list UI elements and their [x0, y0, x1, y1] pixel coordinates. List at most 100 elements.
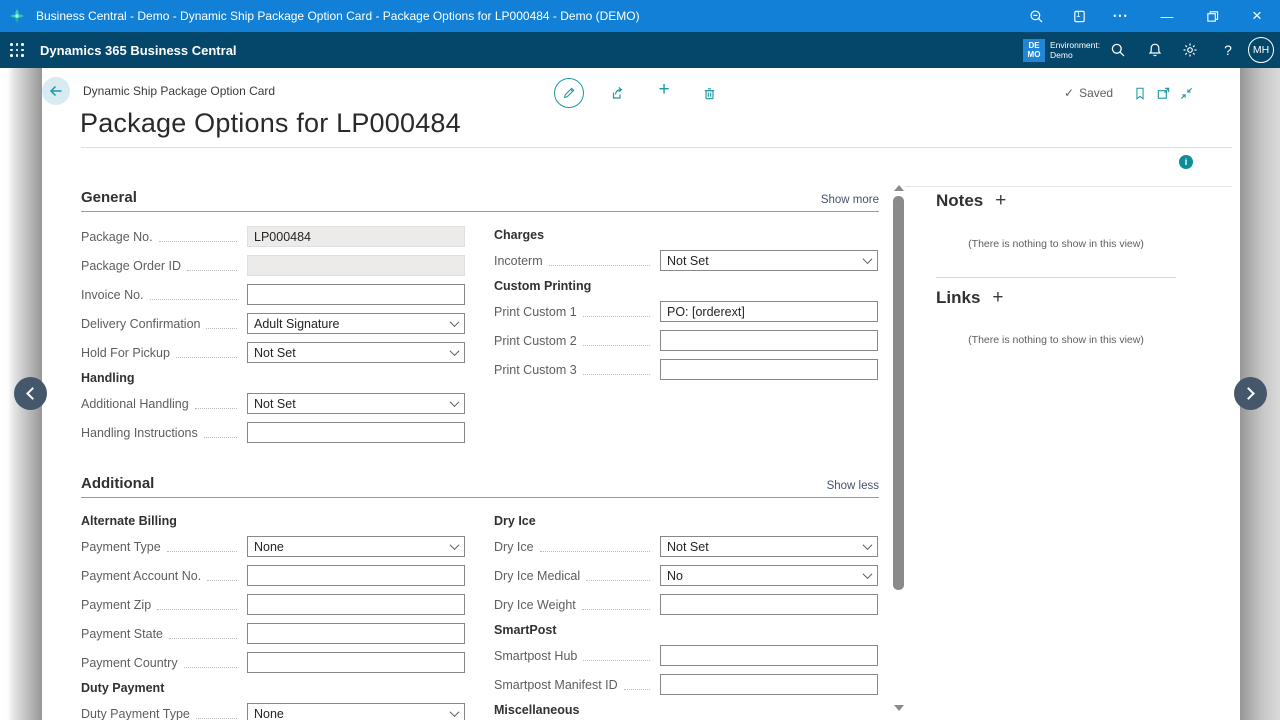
payment-account-no-input[interactable] — [247, 565, 465, 586]
smartpost-manifest-id-label: Smartpost Manifest ID — [494, 678, 618, 692]
info-icon[interactable]: i — [1179, 155, 1193, 169]
group-header-alternate-billing: Alternate Billing — [81, 514, 465, 530]
group-header-custom-printing: Custom Printing — [494, 279, 878, 295]
user-avatar[interactable]: MH — [1248, 37, 1274, 63]
hold-for-pickup-select[interactable]: Not Set — [247, 342, 465, 363]
app-launcher-icon[interactable] — [10, 43, 24, 57]
additional-title[interactable]: Additional — [81, 475, 154, 492]
bookmark-icon[interactable] — [1132, 85, 1148, 101]
field-row: Print Custom 2 — [494, 330, 878, 351]
more-options-icon[interactable]: ••• — [1103, 0, 1139, 32]
next-record-button[interactable] — [1234, 377, 1267, 410]
dotted-leader — [169, 628, 237, 639]
chevron-left-icon — [26, 387, 39, 400]
print-custom-3-input[interactable] — [660, 359, 878, 380]
select-value: None — [254, 707, 284, 720]
field-row: Delivery Confirmation Adult Signature — [81, 313, 465, 334]
field-row: Hold For Pickup Not Set — [81, 342, 465, 363]
payment-country-input[interactable] — [247, 652, 465, 673]
notifications-bell-icon[interactable] — [1147, 42, 1163, 58]
delete-button[interactable] — [701, 85, 717, 101]
scrollbar-up-arrow[interactable] — [894, 185, 904, 191]
dotted-leader — [583, 364, 650, 375]
breadcrumb: Dynamic Ship Package Option Card — [83, 84, 275, 98]
minimize-icon[interactable]: — — [1149, 0, 1185, 32]
additional-handling-label: Additional Handling — [81, 397, 189, 411]
saved-check-icon: ✓ — [1064, 86, 1074, 100]
dotted-leader — [187, 260, 237, 271]
brand-title[interactable]: Dynamics 365 Business Central — [40, 32, 237, 68]
scrollbar-thumb[interactable] — [893, 196, 904, 590]
payment-state-input[interactable] — [247, 623, 465, 644]
additional-show-less-link[interactable]: Show less — [827, 480, 879, 492]
handling-instructions-input[interactable] — [247, 422, 465, 443]
incoterm-select[interactable]: Not Set — [660, 250, 878, 271]
additional-handling-select[interactable]: Not Set — [247, 393, 465, 414]
close-icon[interactable]: × — [1239, 0, 1275, 32]
chevron-down-icon — [450, 317, 460, 327]
general-title[interactable]: General — [81, 189, 137, 206]
incoterm-label: Incoterm — [494, 254, 543, 268]
print-custom-2-input[interactable] — [660, 330, 878, 351]
environment-label: Environment: — [1050, 40, 1100, 50]
smartpost-hub-label: Smartpost Hub — [494, 649, 577, 663]
navbar: Dynamics 365 Business Central DE MO Envi… — [0, 32, 1280, 68]
tab-count-icon[interactable]: 1 — [1061, 0, 1097, 32]
dotted-leader — [586, 570, 650, 581]
select-value: None — [254, 540, 284, 554]
dotted-leader — [583, 650, 650, 661]
delivery-confirmation-select[interactable]: Adult Signature — [247, 313, 465, 334]
dry-ice-medical-select[interactable]: No — [660, 565, 878, 586]
print-custom-2-label: Print Custom 2 — [494, 334, 577, 348]
handling-instructions-label: Handling Instructions — [81, 426, 198, 440]
smartpost-manifest-id-input[interactable] — [660, 674, 878, 695]
tab-count-label: 1 — [1076, 10, 1080, 19]
chevron-down-icon — [863, 569, 873, 579]
general-right-column: Charges Incoterm Not Set Custom Printing… — [494, 226, 878, 388]
notes-title[interactable]: Notes — [936, 191, 983, 211]
smartpost-hub-input[interactable] — [660, 645, 878, 666]
notes-empty-text: (There is nothing to show in this view) — [936, 238, 1176, 250]
dry-ice-select[interactable]: Not Set — [660, 536, 878, 557]
payment-zip-input[interactable] — [247, 594, 465, 615]
edit-pencil-button[interactable] — [554, 78, 584, 108]
help-icon[interactable]: ? — [1220, 42, 1236, 58]
chevron-down-icon — [450, 707, 460, 717]
field-row: Payment Country — [81, 652, 465, 673]
chevron-right-icon — [1242, 387, 1255, 400]
scrollbar-down-arrow[interactable] — [894, 705, 904, 711]
collapse-focus-mode-icon[interactable] — [1178, 85, 1194, 101]
dry-ice-weight-input[interactable] — [660, 594, 878, 615]
dotted-leader — [624, 679, 650, 690]
additional-header: Additional Show less — [81, 475, 879, 498]
restore-window-icon[interactable] — [1194, 0, 1230, 32]
page-title: Package Options for LP000484 — [80, 108, 461, 139]
links-empty-text: (There is nothing to show in this view) — [936, 334, 1176, 346]
search-icon[interactable] — [1110, 42, 1126, 58]
previous-record-button[interactable] — [14, 377, 47, 410]
settings-gear-icon[interactable] — [1182, 42, 1198, 58]
group-header-miscellaneous: Miscellaneous — [494, 703, 878, 719]
add-link-button[interactable]: + — [992, 287, 1003, 309]
duty-payment-type-select[interactable]: None — [247, 703, 465, 720]
general-show-more-link[interactable]: Show more — [821, 194, 879, 206]
payment-type-label: Payment Type — [81, 540, 161, 554]
open-in-new-window-icon[interactable] — [1155, 85, 1171, 101]
print-custom-1-input[interactable]: PO: [orderext] — [660, 301, 878, 322]
zoom-out-icon[interactable] — [1018, 0, 1054, 32]
saved-label: Saved — [1079, 86, 1113, 100]
select-value: Not Set — [254, 346, 296, 360]
add-note-button[interactable]: + — [995, 190, 1006, 212]
share-button[interactable] — [608, 85, 624, 101]
field-row: Print Custom 1 PO: [orderext] — [494, 301, 878, 322]
environment-badge-line1: DE — [1023, 41, 1045, 50]
print-custom-3-label: Print Custom 3 — [494, 363, 577, 377]
payment-type-select[interactable]: None — [247, 536, 465, 557]
dotted-leader — [159, 231, 237, 242]
new-record-button[interactable]: + — [656, 82, 672, 98]
invoice-no-input[interactable] — [247, 284, 465, 305]
environment-badge[interactable]: DE MO — [1023, 39, 1045, 62]
field-row: Smartpost Hub — [494, 645, 878, 666]
back-button[interactable] — [42, 77, 70, 105]
links-title[interactable]: Links — [936, 288, 980, 308]
